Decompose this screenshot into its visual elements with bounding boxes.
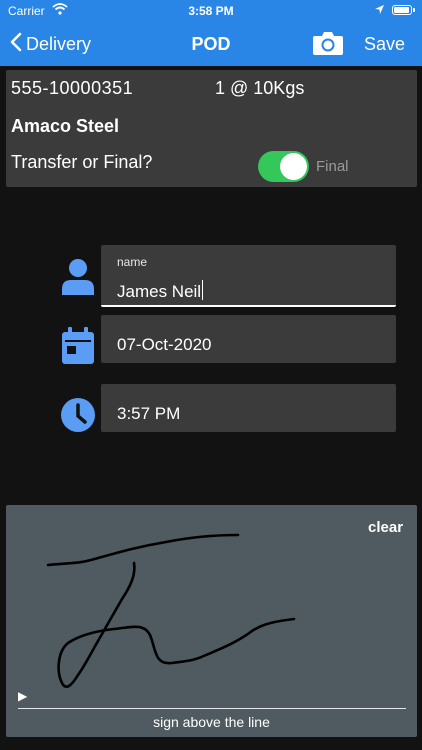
location-arrow-icon bbox=[374, 4, 385, 18]
battery-cap bbox=[413, 8, 415, 12]
company-name: Amaco Steel bbox=[11, 116, 120, 136]
name-field[interactable]: name James Neil bbox=[101, 245, 396, 307]
name-field-label: name bbox=[117, 255, 148, 269]
signature-line bbox=[18, 708, 406, 709]
back-label: Delivery bbox=[26, 34, 92, 54]
time-value: 3:57 PM bbox=[117, 404, 181, 423]
battery-icon bbox=[392, 5, 412, 15]
delivery-info-card: 555-10000351 1 @ 10Kgs Amaco Steel Trans… bbox=[6, 70, 417, 187]
calendar-icon bbox=[60, 327, 96, 370]
final-toggle[interactable] bbox=[258, 151, 309, 182]
signature-pad[interactable]: clear ▶ sign above the line bbox=[6, 505, 417, 737]
play-marker-icon: ▶ bbox=[18, 689, 28, 703]
status-bar: Carrier 3:58 PM bbox=[0, 0, 422, 22]
signature-caption: sign above the line bbox=[153, 714, 270, 730]
date-field[interactable]: 07-Oct-2020 bbox=[101, 315, 396, 363]
order-number: 555-10000351 bbox=[11, 78, 134, 98]
quantity-label: 1 @ 10Kgs bbox=[215, 78, 305, 98]
status-time: 3:58 PM bbox=[188, 4, 234, 18]
signature-stroke bbox=[46, 533, 296, 688]
clock-icon bbox=[60, 397, 96, 438]
date-value: 07-Oct-2020 bbox=[117, 335, 212, 354]
transfer-final-question: Transfer or Final? bbox=[11, 152, 153, 172]
user-icon bbox=[60, 258, 96, 301]
name-input[interactable]: James Neil bbox=[117, 280, 204, 302]
camera-icon[interactable] bbox=[312, 30, 344, 61]
name-value: James Neil bbox=[117, 282, 202, 301]
chevron-left-icon bbox=[10, 32, 22, 57]
navigation-bar: Delivery POD Save bbox=[0, 22, 422, 66]
text-caret bbox=[202, 280, 204, 300]
clear-button[interactable]: clear bbox=[368, 519, 403, 536]
toggle-knob bbox=[280, 153, 307, 180]
toggle-label: Final bbox=[316, 158, 349, 175]
time-field[interactable]: 3:57 PM bbox=[101, 384, 396, 432]
back-button[interactable]: Delivery bbox=[10, 32, 91, 57]
save-button[interactable]: Save bbox=[364, 34, 405, 55]
